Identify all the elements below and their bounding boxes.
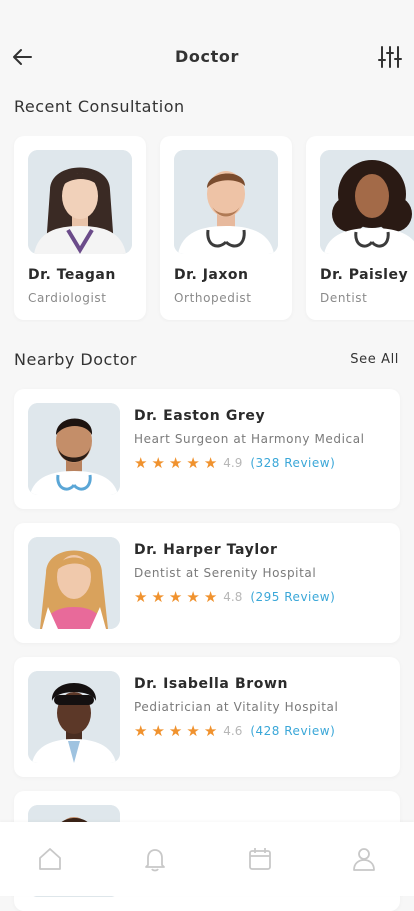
doctor-photo <box>28 671 120 763</box>
star-icon: ★ <box>168 454 183 472</box>
star-icon: ★ <box>151 454 165 472</box>
doctor-workplace: Pediatrician at Vitality Hospital <box>134 700 339 714</box>
recent-consultation-list[interactable]: Dr. Teagan Cardiologist Dr. Jaxon Orthop… <box>0 136 414 322</box>
tab-profile[interactable] <box>351 846 377 872</box>
doctor-name: Dr. Teagan <box>28 267 116 283</box>
rating: ★ ★ ★ ★ ★ 4.8 (295 Review) <box>134 588 335 606</box>
rating-value: 4.9 <box>223 456 243 470</box>
star-icon: ★ <box>134 588 148 606</box>
page-title: Doctor <box>175 47 239 66</box>
review-count-link[interactable]: (295 Review) <box>250 590 335 604</box>
doctor-name: Dr. Isabella Brown <box>134 676 289 692</box>
doctor-photo <box>320 150 414 254</box>
tab-home[interactable] <box>37 846 63 872</box>
star-icon: ★ <box>186 722 200 740</box>
doctor-name: Dr. Easton Grey <box>134 408 266 424</box>
doctor-photo <box>28 537 120 629</box>
user-icon <box>353 848 375 871</box>
star-icon: ★ <box>151 722 165 740</box>
section-title-recent: Recent Consultation <box>14 97 185 116</box>
calendar-icon <box>249 848 271 870</box>
doctor-photo <box>174 150 278 254</box>
see-all-link[interactable]: See All <box>350 352 399 367</box>
review-count-link[interactable]: (428 Review) <box>250 724 335 738</box>
doctor-specialty: Orthopedist <box>174 291 252 305</box>
star-icon: ★ <box>168 722 183 740</box>
doctor-name: Dr. Harper Taylor <box>134 542 278 558</box>
star-icon: ★ <box>151 588 165 606</box>
doctor-photo <box>28 403 120 495</box>
bottom-tab-bar <box>0 822 414 896</box>
star-icon: ★ <box>203 722 218 740</box>
doctor-specialty: Dentist <box>320 291 368 305</box>
tab-calendar[interactable] <box>247 846 273 872</box>
star-icon: ★ <box>203 588 218 606</box>
rating: ★ ★ ★ ★ ★ 4.9 (328 Review) <box>134 454 335 472</box>
recent-card[interactable]: Dr. Jaxon Orthopedist <box>160 136 292 320</box>
nearby-doctor-card[interactable]: Dr. Harper Taylor Dentist at Serenity Ho… <box>14 523 400 643</box>
bell-icon <box>145 849 165 872</box>
nearby-doctor-card[interactable]: Dr. Easton Grey Heart Surgeon at Harmony… <box>14 389 400 509</box>
star-icon: ★ <box>134 454 148 472</box>
star-icon: ★ <box>186 454 200 472</box>
star-icon: ★ <box>134 722 148 740</box>
recent-card[interactable]: Dr. Paisley Dentist <box>306 136 414 320</box>
recent-card[interactable]: Dr. Teagan Cardiologist <box>14 136 146 320</box>
star-icon: ★ <box>168 588 183 606</box>
doctor-workplace: Dentist at Serenity Hospital <box>134 566 317 580</box>
sliders-icon <box>378 46 402 68</box>
doctor-workplace: Heart Surgeon at Harmony Medical <box>134 432 365 446</box>
doctor-name: Dr. Jaxon <box>174 267 249 283</box>
rating: ★ ★ ★ ★ ★ 4.6 (428 Review) <box>134 722 335 740</box>
filter-button[interactable] <box>377 44 403 70</box>
section-title-nearby: Nearby Doctor <box>14 350 137 369</box>
rating-value: 4.8 <box>223 590 243 604</box>
star-icon: ★ <box>203 454 218 472</box>
home-icon <box>39 848 61 870</box>
doctor-name: Dr. Paisley <box>320 267 409 283</box>
doctor-specialty: Cardiologist <box>28 291 107 305</box>
review-count-link[interactable]: (328 Review) <box>250 456 335 470</box>
rating-value: 4.6 <box>223 724 243 738</box>
nearby-doctor-card[interactable]: Dr. Isabella Brown Pediatrician at Vital… <box>14 657 400 777</box>
tab-notifications[interactable] <box>142 846 168 872</box>
header: Doctor <box>0 0 414 90</box>
star-icon: ★ <box>186 588 200 606</box>
doctor-photo <box>28 150 132 254</box>
